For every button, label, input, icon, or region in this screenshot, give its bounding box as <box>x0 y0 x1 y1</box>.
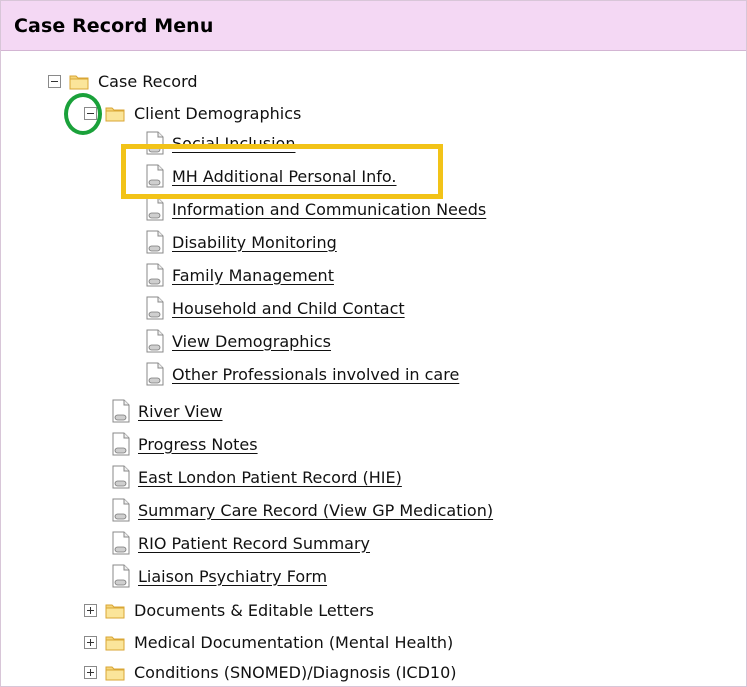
tree-node-client-demographics[interactable]: Client Demographics <box>84 99 301 127</box>
expand-toggle-icon[interactable] <box>84 635 97 649</box>
link-disability-monitoring[interactable]: Disability Monitoring <box>172 233 337 252</box>
yellow-highlight-box <box>121 144 443 199</box>
green-highlight-circle <box>64 93 102 135</box>
tree-link-river-view[interactable]: River View <box>110 397 223 425</box>
tree-link-rio-patient-record-summary[interactable]: RIO Patient Record Summary <box>110 529 370 557</box>
document-link-icon <box>144 362 166 386</box>
link-progress-notes[interactable]: Progress Notes <box>138 435 258 454</box>
tree-node-documents-editable-letters[interactable]: Documents & Editable Letters <box>84 596 374 624</box>
link-river-view[interactable]: River View <box>138 402 223 421</box>
tree-link-family-management[interactable]: Family Management <box>144 261 334 289</box>
link-household-child-contact[interactable]: Household and Child Contact <box>172 299 405 318</box>
document-link-icon <box>110 531 132 555</box>
folder-icon <box>69 73 89 90</box>
document-link-icon <box>144 230 166 254</box>
link-view-demographics[interactable]: View Demographics <box>172 332 331 351</box>
tree-label-client-demographics: Client Demographics <box>134 103 302 123</box>
link-information-communication-needs[interactable]: Information and Communication Needs <box>172 200 486 219</box>
tree-link-summary-care-record[interactable]: Summary Care Record (View GP Medication) <box>110 496 493 524</box>
tree-link-progress-notes[interactable]: Progress Notes <box>110 430 258 458</box>
document-link-icon <box>110 564 132 588</box>
tree-link-household-child-contact[interactable]: Household and Child Contact <box>144 294 405 322</box>
folder-icon <box>105 105 125 122</box>
tree-label-conditions-diagnosis: Conditions (SNOMED)/Diagnosis (ICD10) <box>134 662 457 682</box>
document-link-icon <box>110 498 132 522</box>
tree-link-east-london-patient-record[interactable]: East London Patient Record (HIE) <box>110 463 402 491</box>
tree-node-medical-documentation[interactable]: Medical Documentation (Mental Health) <box>84 628 453 656</box>
folder-icon <box>105 634 125 651</box>
expand-toggle-icon[interactable] <box>84 603 97 617</box>
collapse-toggle-icon[interactable] <box>48 74 61 88</box>
case-record-menu-panel: Case Record Menu Case Record Client Demo… <box>0 0 747 687</box>
tree-link-disability-monitoring[interactable]: Disability Monitoring <box>144 228 337 256</box>
link-liaison-psychiatry-form[interactable]: Liaison Psychiatry Form <box>138 567 327 586</box>
document-link-icon <box>144 296 166 320</box>
folder-icon <box>105 602 125 619</box>
document-link-icon <box>110 432 132 456</box>
link-family-management[interactable]: Family Management <box>172 266 334 285</box>
document-link-icon <box>110 465 132 489</box>
tree-label-documents-editable-letters: Documents & Editable Letters <box>134 600 374 620</box>
link-east-london-patient-record[interactable]: East London Patient Record (HIE) <box>138 468 402 487</box>
tree-link-view-demographics[interactable]: View Demographics <box>144 327 331 355</box>
link-summary-care-record[interactable]: Summary Care Record (View GP Medication) <box>138 501 493 520</box>
menu-title: Case Record Menu <box>14 14 214 37</box>
document-link-icon <box>144 197 166 221</box>
link-rio-patient-record-summary[interactable]: RIO Patient Record Summary <box>138 534 370 553</box>
tree-link-liaison-psychiatry-form[interactable]: Liaison Psychiatry Form <box>110 562 327 590</box>
link-other-professionals[interactable]: Other Professionals involved in care <box>172 365 459 384</box>
tree-label-case-record: Case Record <box>98 71 198 91</box>
menu-header: Case Record Menu <box>1 1 746 51</box>
tree-link-other-professionals[interactable]: Other Professionals involved in care <box>144 360 459 388</box>
folder-icon <box>105 664 125 681</box>
tree-link-information-communication-needs[interactable]: Information and Communication Needs <box>144 195 486 223</box>
tree-node-case-record[interactable]: Case Record <box>48 67 198 95</box>
tree-label-medical-documentation: Medical Documentation (Mental Health) <box>134 632 454 652</box>
document-link-icon <box>110 399 132 423</box>
document-link-icon <box>144 329 166 353</box>
document-link-icon <box>144 263 166 287</box>
expand-toggle-icon[interactable] <box>84 665 97 679</box>
tree-node-conditions-diagnosis[interactable]: Conditions (SNOMED)/Diagnosis (ICD10) <box>84 658 457 686</box>
